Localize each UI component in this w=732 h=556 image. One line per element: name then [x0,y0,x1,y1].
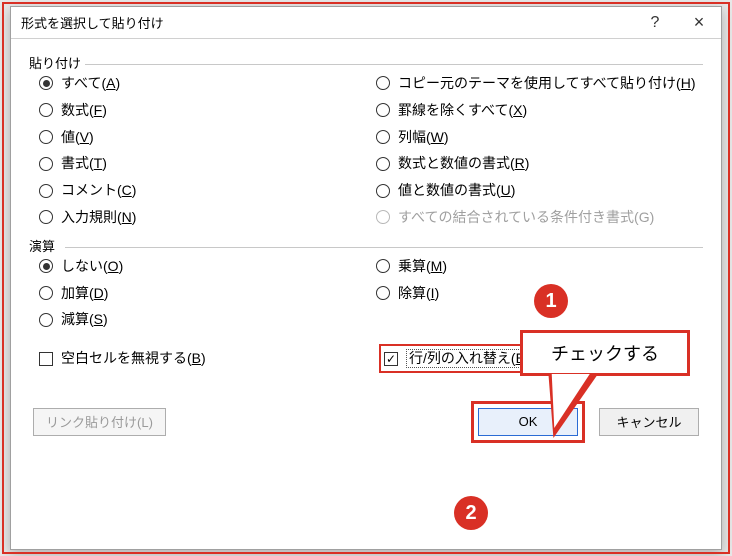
radio-label: 乗算(M) [398,258,447,275]
close-button[interactable]: × [677,7,721,39]
paste-special-dialog: 形式を選択して貼り付け ? × 貼り付け すべて(A) コピー元のテーマを使用し… [10,6,722,550]
group-operation-divider [65,247,703,248]
window-title: 形式を選択して貼り付け [21,13,633,32]
dialog-body: 貼り付け すべて(A) コピー元のテーマを使用してすべて貼り付け(H) 数式(F… [11,39,721,455]
radio-icon [39,286,53,300]
radio-label: 減算(S) [61,311,108,328]
radio-colwidth[interactable]: 列幅(W) [376,129,703,146]
radio-icon [376,210,390,224]
group-paste-divider [85,64,703,65]
radio-icon [39,103,53,117]
radio-op-none[interactable]: しない(O) [39,258,366,275]
button-label: リンク貼り付け(L) [46,412,153,431]
annotation-bubble: チェックする [520,330,690,376]
button-label: OK [519,414,538,429]
check-label: 行/列の入れ替え(E) [406,349,533,368]
paste-link-button: リンク貼り付け(L) [33,408,166,436]
radio-icon [39,130,53,144]
radio-theme[interactable]: コピー元のテーマを使用してすべて貼り付け(H) [376,75,703,92]
radio-label: 入力規則(N) [61,209,136,226]
radio-val-formats[interactable]: 値と数値の書式(U) [376,182,703,199]
checkbox-icon: ✓ [384,352,398,366]
paste-options-grid: すべて(A) コピー元のテーマを使用してすべて貼り付け(H) 数式(F) 罫線を… [39,75,703,226]
radio-icon [376,286,390,300]
titlebar: 形式を選択して貼り付け ? × [11,7,721,39]
help-icon: ? [651,14,660,32]
check-skip-blanks[interactable]: 空白セルを無視する(B) [39,350,206,367]
close-icon: × [694,12,705,33]
group-paste-label: 貼り付け [29,53,703,72]
radio-all[interactable]: すべて(A) [39,75,366,92]
radio-icon [376,76,390,90]
button-label: キャンセル [616,412,681,431]
cancel-button[interactable]: キャンセル [599,408,699,436]
radio-label: 値と数値の書式(U) [398,182,515,199]
radio-label: 列幅(W) [398,129,449,146]
check-transpose[interactable]: ✓ 行/列の入れ替え(E) [384,349,533,368]
radio-label: 数式(F) [61,102,107,119]
radio-icon [376,157,390,171]
help-button[interactable]: ? [633,7,677,39]
radio-icon [376,103,390,117]
radio-merge-cond: すべての結合されている条件付き書式(G) [376,209,703,226]
radio-label: 値(V) [61,129,94,146]
radio-icon [39,313,53,327]
radio-icon [376,259,390,273]
annotation-badge-2: 2 [454,496,488,530]
radio-label: 罫線を除くすべて(X) [398,102,527,119]
radio-label: すべての結合されている条件付き書式(G) [398,209,654,226]
radio-label: コメント(C) [61,182,136,199]
radio-label: 加算(D) [61,285,108,302]
group-operation-label: 演算 [29,236,703,255]
radio-op-sub[interactable]: 減算(S) [39,311,366,328]
radio-label: すべて(A) [61,75,120,92]
radio-label: 数式と数値の書式(R) [398,155,529,172]
radio-icon [39,76,53,90]
radio-icon [376,184,390,198]
radio-label: 書式(T) [61,155,107,172]
annotation-transpose-highlight: ✓ 行/列の入れ替え(E) [379,344,541,373]
checkbox-icon [39,352,53,366]
dialog-button-row: リンク貼り付け(L) OK キャンセル [29,401,703,443]
radio-icon [376,130,390,144]
radio-icon [39,210,53,224]
radio-op-mul[interactable]: 乗算(M) [376,258,703,275]
radio-comments[interactable]: コメント(C) [39,182,366,199]
radio-op-add[interactable]: 加算(D) [39,285,366,302]
radio-icon [39,259,53,273]
radio-label: 除算(I) [398,285,439,302]
annotation-badge-1: 1 [534,284,568,318]
radio-icon [39,157,53,171]
radio-values[interactable]: 値(V) [39,129,366,146]
annotation-bubble-text: チェックする [551,340,659,366]
radio-noborders[interactable]: 罫線を除くすべて(X) [376,102,703,119]
radio-label: コピー元のテーマを使用してすべて貼り付け(H) [398,75,696,92]
radio-fn-formats[interactable]: 数式と数値の書式(R) [376,155,703,172]
radio-formulas[interactable]: 数式(F) [39,102,366,119]
radio-formats[interactable]: 書式(T) [39,155,366,172]
radio-label: しない(O) [61,258,123,275]
radio-icon [39,184,53,198]
operation-options-grid: しない(O) 乗算(M) 加算(D) 除算(I) 減算(S) [39,258,703,328]
check-label: 空白セルを無視する(B) [61,350,206,367]
radio-validation[interactable]: 入力規則(N) [39,209,366,226]
